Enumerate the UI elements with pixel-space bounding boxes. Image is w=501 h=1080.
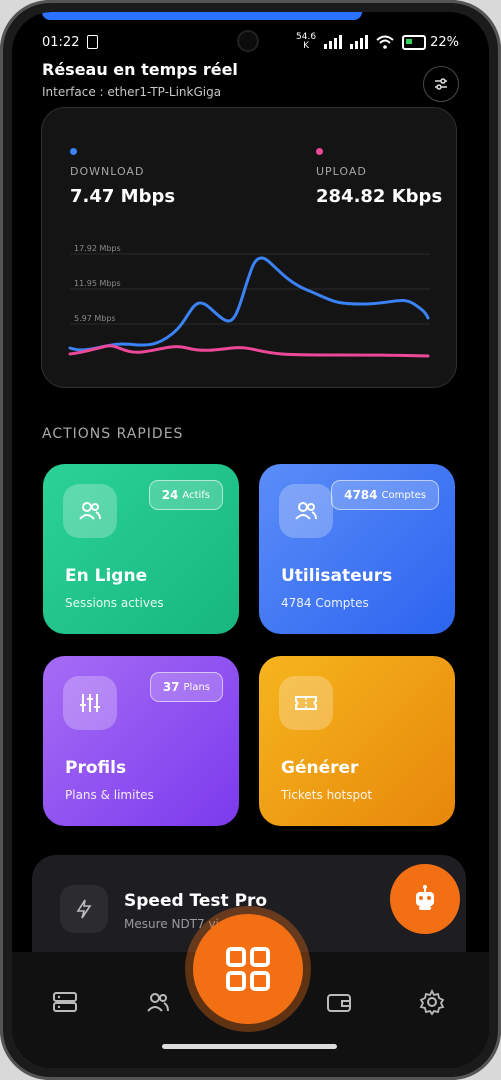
sliders-icon [63, 676, 117, 730]
home-indicator[interactable] [162, 1044, 337, 1049]
tile-generer[interactable]: Générer Tickets hotspot [259, 656, 455, 826]
robot-icon [416, 885, 434, 910]
notification-bar [42, 12, 362, 20]
y-tick-2: 11.95 Mbps [74, 279, 121, 288]
page-title: Réseau en temps réel [42, 60, 238, 79]
tile-en-ligne[interactable]: 24 Actifs En Ligne Sessions actives [43, 464, 239, 634]
y-tick-3: 5.97 Mbps [74, 314, 116, 323]
upload-line [68, 344, 430, 358]
network-speed: 54.6 K [296, 32, 317, 51]
traffic-chart: 17.92 Mbps 11.95 Mbps 5.97 Mbps [68, 244, 430, 358]
speed-test-title: Speed Test Pro [124, 891, 268, 911]
users-icon [63, 484, 117, 538]
signal-icon-2 [350, 35, 369, 49]
wallet-icon [327, 994, 351, 1012]
tile-subtitle: Tickets hotspot [281, 788, 373, 802]
ticket-icon [279, 676, 333, 730]
assistant-bot-button[interactable] [390, 864, 460, 934]
nav-wallet[interactable] [319, 982, 359, 1022]
gear-icon [419, 988, 445, 1016]
phone-frame: 01:22 54.6 K 22% Réseau en temps réel In… [0, 0, 501, 1080]
filter-icon [435, 78, 447, 90]
users-icon [147, 993, 169, 1012]
screen: 01:22 54.6 K 22% Réseau en temps réel In… [12, 12, 489, 1068]
status-bar: 01:22 54.6 K 22% [42, 32, 459, 52]
battery: 22% [402, 34, 459, 50]
tile-utilisateurs[interactable]: 4784 Comptes Utilisateurs 4784 Comptes [259, 464, 455, 634]
tile-title: En Ligne [65, 566, 148, 586]
settings-filter-button[interactable] [423, 66, 459, 102]
download-line [68, 256, 430, 352]
status-badge: 24 Actifs [148, 480, 223, 510]
tile-title: Générer [281, 758, 359, 778]
nav-settings[interactable] [412, 982, 452, 1022]
tile-subtitle: Sessions actives [65, 596, 164, 610]
tile-title: Utilisateurs [281, 566, 393, 586]
dashboard-fab[interactable] [193, 914, 303, 1024]
tile-profils[interactable]: 37 Plans Profils Plans & limites [43, 656, 239, 826]
dashboard-icon [226, 947, 270, 991]
status-time: 01:22 [42, 34, 80, 50]
section-title: ACTIONS RAPIDES [42, 426, 184, 442]
nav-users[interactable] [138, 982, 178, 1022]
tile-subtitle: 4784 Comptes [281, 596, 369, 610]
battery-icon [402, 34, 427, 50]
status-badge: 37 Plans [149, 672, 223, 702]
signal-icon [324, 35, 343, 49]
status-badge: 4784 Comptes [331, 480, 439, 510]
tile-title: Profils [65, 758, 127, 778]
wifi-icon [376, 35, 394, 49]
users-icon [279, 484, 333, 538]
nav-servers[interactable] [45, 982, 85, 1022]
sim-icon [87, 35, 99, 49]
network-card: DOWNLOAD 7.47 Mbps UPLOAD 284.82 Kbps 17… [41, 107, 457, 388]
y-tick-1: 17.92 Mbps [74, 244, 121, 253]
page-header: Réseau en temps réel Interface : ether1-… [42, 60, 459, 102]
interface-label: Interface : ether1-TP-LinkGiga [42, 85, 222, 99]
tile-subtitle: Plans & limites [65, 788, 154, 802]
server-icon [53, 992, 77, 1012]
lightning-icon [60, 885, 108, 933]
